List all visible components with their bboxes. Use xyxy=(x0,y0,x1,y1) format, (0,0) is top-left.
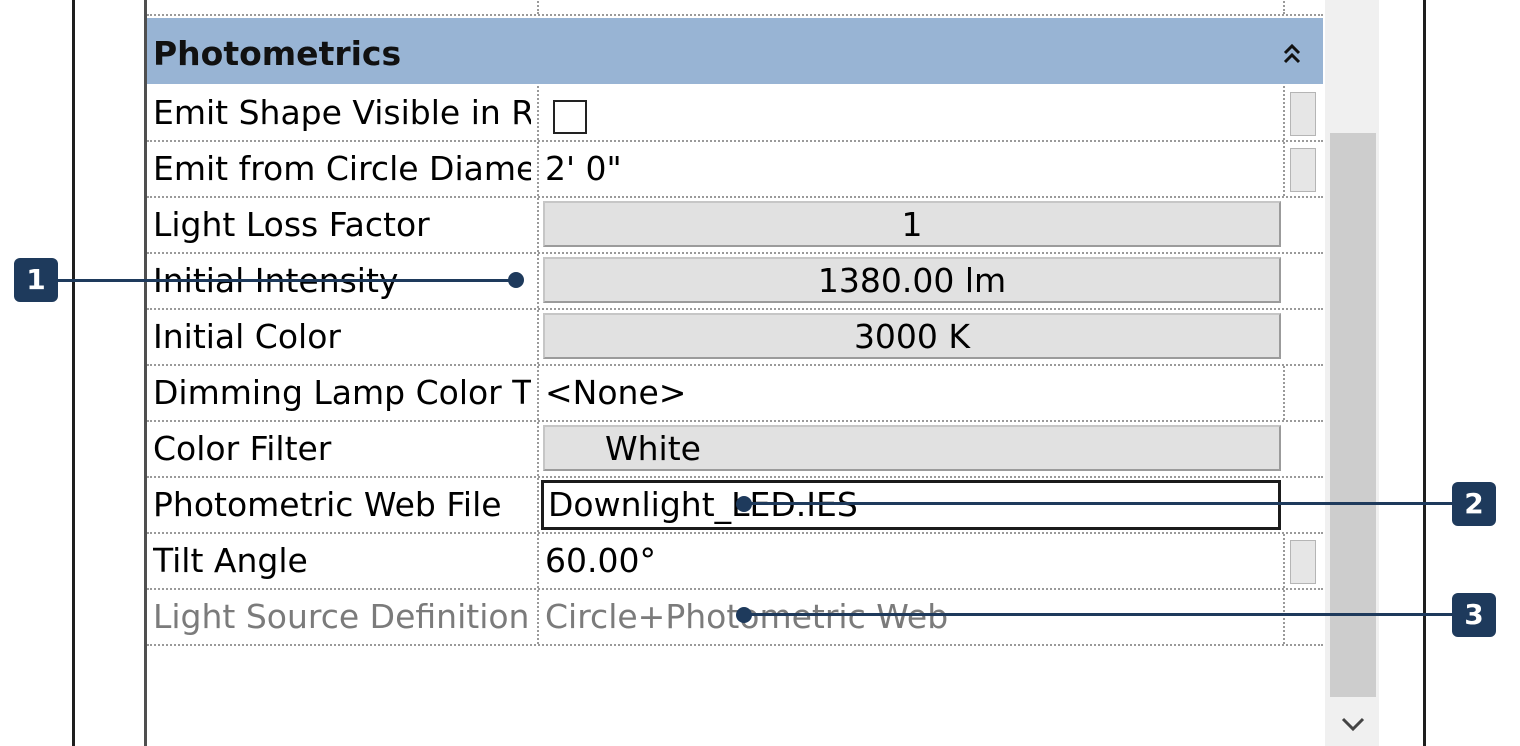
photometric-web-file-input[interactable]: Downlight_LED.IES xyxy=(541,480,1281,530)
chevron-down-icon xyxy=(1341,717,1365,732)
property-label: Color Filter xyxy=(153,429,332,468)
property-row-tilt-angle[interactable]: Tilt Angle 60.00° xyxy=(147,534,1323,590)
property-label: Light Loss Factor xyxy=(153,205,430,244)
initial-color-button[interactable]: 3000 K xyxy=(543,313,1281,359)
edit-button[interactable] xyxy=(1290,148,1316,192)
edit-button[interactable] xyxy=(1290,540,1316,584)
property-row-color-filter[interactable]: Color Filter White xyxy=(147,422,1323,478)
property-label: Initial Color xyxy=(153,317,341,356)
scroll-down-button[interactable] xyxy=(1330,704,1376,744)
callout-line-3 xyxy=(744,613,1454,616)
callout-dot-1 xyxy=(508,272,524,288)
property-value[interactable]: <None> xyxy=(545,366,686,420)
property-label: Tilt Angle xyxy=(153,541,308,580)
property-label: Light Source Definition xyxy=(153,597,530,636)
callout-badge-3: 3 xyxy=(1452,593,1496,637)
property-label: Photometric Web File xyxy=(153,485,502,524)
property-label: Emit Shape Visible in R xyxy=(153,93,531,132)
property-label: Emit from Circle Diame xyxy=(153,149,531,188)
color-filter-button[interactable]: White xyxy=(543,425,1281,471)
property-row-light-source-definition: Light Source Definition Circle+Photometr… xyxy=(147,590,1323,646)
property-label: Dimming Lamp Color T xyxy=(153,373,531,412)
edit-button[interactable] xyxy=(1290,92,1316,136)
property-row-emit-shape-visible[interactable]: Emit Shape Visible in R xyxy=(147,86,1323,142)
property-row-light-loss-factor[interactable]: Light Loss Factor 1 xyxy=(147,198,1323,254)
property-row-initial-intensity[interactable]: Initial Intensity 1380.00 lm xyxy=(147,254,1323,310)
callout-line-1 xyxy=(58,279,516,282)
property-row-partial xyxy=(147,0,1323,16)
section-title: Photometrics xyxy=(153,34,402,73)
callout-badge-2: 2 xyxy=(1452,482,1496,526)
photometrics-section-header[interactable]: Photometrics xyxy=(147,18,1323,84)
light-loss-factor-button[interactable]: 1 xyxy=(543,201,1281,247)
property-value[interactable]: 60.00° xyxy=(545,534,656,588)
emit-shape-visible-checkbox[interactable] xyxy=(553,100,587,134)
callout-badge-1: 1 xyxy=(14,258,58,302)
callout-line-2 xyxy=(744,502,1454,505)
property-row-initial-color[interactable]: Initial Color 3000 K xyxy=(147,310,1323,366)
property-row-dimming-lamp-color[interactable]: Dimming Lamp Color T <None> xyxy=(147,366,1323,422)
double-chevron-up-icon[interactable] xyxy=(1281,40,1303,68)
property-row-emit-circle-diameter[interactable]: Emit from Circle Diame 2' 0" xyxy=(147,142,1323,198)
property-row-photometric-web-file[interactable]: Photometric Web File Downlight_LED.IES xyxy=(147,478,1323,534)
property-value[interactable]: 2' 0" xyxy=(545,142,622,196)
initial-intensity-button[interactable]: 1380.00 lm xyxy=(543,257,1281,303)
